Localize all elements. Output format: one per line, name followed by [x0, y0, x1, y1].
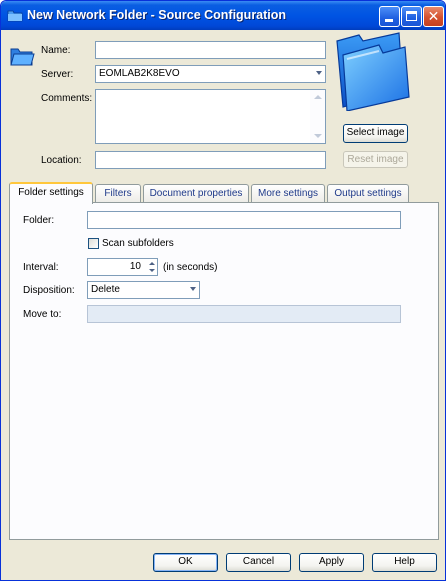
chevron-down-icon[interactable] [190, 287, 196, 291]
scroll-up-icon[interactable] [314, 95, 322, 99]
title-bar[interactable]: New Network Folder - Source Configuratio… [1, 1, 445, 30]
network-folder-icon [7, 8, 23, 22]
name-input[interactable] [95, 41, 326, 59]
move-to-label: Move to: [23, 309, 62, 320]
interval-unit-label: (in seconds) [163, 262, 218, 273]
name-label: Name: [41, 45, 71, 56]
folder-label: Folder: [23, 215, 55, 226]
maximize-icon [406, 11, 417, 21]
reset-image-button[interactable]: Reset image [343, 151, 408, 168]
location-label: Location: [41, 155, 82, 166]
chevron-down-icon[interactable] [316, 71, 322, 75]
comments-textarea[interactable] [95, 89, 326, 144]
comments-scrollbar[interactable] [310, 90, 325, 143]
dialog-window: New Network Folder - Source Configuratio… [0, 0, 446, 581]
help-button[interactable]: Help [372, 553, 437, 572]
scan-subfolders-label[interactable]: Scan subfolders [102, 238, 174, 249]
tab-filters[interactable]: Filters [95, 184, 141, 203]
apply-button[interactable]: Apply [299, 553, 364, 572]
disposition-value: Delete [91, 284, 120, 295]
maximize-button[interactable] [401, 6, 422, 27]
server-value: EOMLAB2K8EVO [99, 68, 180, 79]
select-image-button[interactable]: Select image [343, 124, 408, 143]
location-input[interactable] [95, 151, 326, 169]
close-button[interactable]: ✕ [423, 6, 444, 27]
interval-label: Interval: [23, 262, 59, 273]
spin-up-icon[interactable] [149, 262, 155, 265]
ok-button[interactable]: OK [153, 553, 218, 572]
scan-subfolders-checkbox[interactable] [88, 238, 99, 249]
cancel-button[interactable]: Cancel [226, 553, 291, 572]
move-to-input[interactable] [87, 305, 401, 323]
interval-value: 10 [129, 261, 141, 272]
scroll-down-icon[interactable] [314, 134, 322, 138]
comments-label: Comments: [41, 93, 93, 104]
minimize-button[interactable] [379, 6, 400, 27]
folder-settings-panel: Folder: Scan subfolders Interval: 10 (in… [9, 202, 439, 540]
folder-icon [333, 31, 413, 112]
server-select[interactable]: EOMLAB2K8EVO [95, 65, 326, 83]
disposition-label: Disposition: [23, 285, 75, 296]
minimize-icon [385, 19, 393, 22]
tab-more-settings[interactable]: More settings [251, 184, 325, 203]
server-label: Server: [41, 69, 74, 80]
close-icon: ✕ [427, 8, 440, 24]
spin-down-icon[interactable] [149, 269, 155, 272]
tab-output-settings[interactable]: Output settings [327, 184, 409, 203]
folder-input[interactable] [87, 211, 401, 229]
tab-folder-settings[interactable]: Folder settings [9, 182, 93, 204]
interval-stepper[interactable]: 10 [87, 258, 158, 276]
disposition-select[interactable]: Delete [87, 281, 200, 299]
tab-document-properties[interactable]: Document properties [143, 184, 249, 203]
folder-icon [9, 43, 35, 69]
window-title: New Network Folder - Source Configuratio… [27, 8, 287, 22]
